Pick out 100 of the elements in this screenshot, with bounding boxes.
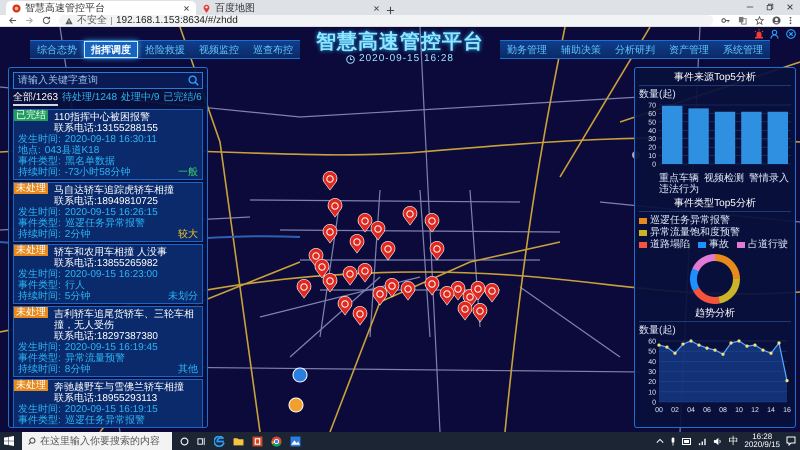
reload-icon[interactable] — [42, 16, 51, 25]
filter-tab[interactable]: 待处理/1248 — [62, 92, 118, 106]
filter-tab[interactable]: 全部/1263 — [13, 92, 58, 106]
event-title: 110指挥中心被困报警 — [54, 112, 150, 123]
field-value: 巡逻任务异常报警 — [64, 218, 145, 229]
folder-icon[interactable] — [233, 436, 244, 446]
menu-icon[interactable] — [789, 16, 792, 25]
contact-phone: 联系电话:13855265982 — [54, 258, 158, 269]
field-label: 事件类型: — [18, 280, 61, 291]
field-label: 发生时间: — [18, 269, 61, 280]
alarm-icon[interactable] — [754, 29, 764, 39]
windows-icon[interactable] — [4, 436, 14, 446]
nav-tab[interactable]: 系统管理 — [716, 41, 770, 58]
account-icon[interactable] — [772, 16, 781, 25]
browser-tab[interactable]: 百度地图 — [196, 1, 386, 15]
input-method-indicator[interactable]: 中 — [728, 434, 738, 448]
url-text: 192.168.1.153:8634/#/zhdd — [116, 16, 238, 26]
event-card[interactable]: 未处理 吉利轿车追尾货轿车、三轮车相撞，无人受伤 联系电话:18297387380 发生时间: 2020-09-15 16:19:45 事件类型: 异常流量预警 持续时间: 8分钟 其他 — [13, 306, 203, 377]
legend-label: 异常流量饱和度预警 — [650, 227, 740, 238]
field-label: 持续时间: — [18, 291, 61, 302]
field-label: 持续时间: — [18, 229, 61, 240]
status-badge: 未处理 — [14, 380, 48, 391]
nav-tab[interactable]: 综合态势 — [30, 41, 84, 58]
key-icon[interactable] — [721, 16, 730, 25]
chart-title: 事件来源Top5分析 — [639, 72, 791, 86]
microphone-icon[interactable] — [670, 436, 676, 446]
star-icon[interactable] — [755, 16, 764, 25]
nav-tab[interactable]: 巡查布控 — [246, 41, 300, 58]
field-label: 发生时间: — [18, 207, 61, 218]
close-icon[interactable] — [183, 4, 190, 12]
nav-tab[interactable]: 分析研判 — [608, 41, 662, 58]
severity-label: 一般 — [178, 167, 198, 178]
close-icon[interactable] — [786, 3, 794, 11]
event-card[interactable]: 未处理 奔驰越野车与雪佛兰轿车相撞 联系电话:18955293113 发生时间: 2020-09-15 16:19:15 事件类型: 巡逻任务异常报警 — [13, 379, 203, 428]
task-view-icon[interactable] — [197, 436, 206, 446]
axis-label: 视频检测 — [703, 173, 745, 186]
field-label: 事件类型: — [18, 156, 61, 167]
chevron-up-icon[interactable] — [656, 437, 664, 445]
plus-icon[interactable] — [386, 6, 395, 15]
field-value: 黑名单数据 — [64, 156, 115, 167]
nav-tab[interactable]: 勤务管理 — [500, 41, 554, 58]
filter-tab[interactable]: 处理中/9 — [121, 92, 160, 106]
nav-tab[interactable]: 辅助决策 — [554, 41, 608, 58]
battery-icon[interactable] — [682, 438, 692, 444]
close-icon[interactable] — [786, 29, 796, 39]
datetime: 2020-09-15 16:28 — [359, 53, 454, 65]
nav-tab[interactable]: 抢险救援 — [138, 41, 192, 58]
event-title: 轿车和农用车相撞 人没事 — [54, 247, 167, 258]
nav-tab[interactable]: 资产管理 — [662, 41, 716, 58]
contact-phone: 联系电话:13155288155 — [54, 123, 158, 134]
event-title: 奔驰越野车与雪佛兰轿车相撞 — [54, 382, 184, 393]
security-label: 不安全 — [77, 16, 107, 26]
browser-tab[interactable]: 智慧高速管控平台 — [6, 1, 196, 15]
status-badge: 未处理 — [14, 183, 48, 194]
filter-tab[interactable]: 已完结/6 — [163, 92, 202, 106]
status-badge: 未处理 — [14, 245, 48, 256]
restore-icon[interactable] — [766, 3, 774, 11]
notification-icon[interactable] — [786, 436, 796, 446]
axis-label: 警情录入 — [748, 173, 790, 186]
axis-label: 重点车辆违法行为 — [658, 173, 700, 195]
search-icon[interactable] — [188, 75, 199, 86]
picture-icon[interactable] — [290, 436, 301, 446]
field-label: 事件类型: — [18, 353, 61, 364]
field-label: 发生时间: — [18, 404, 61, 415]
field-value: 巡逻任务异常报警 — [64, 415, 145, 426]
network-icon[interactable] — [698, 436, 708, 446]
edge-icon[interactable] — [214, 436, 225, 446]
event-card[interactable]: 未处理 轿车和农用车相撞 人没事 联系电话:13855265982 发生时间: 2020-09-15 16:23:00 事件类型: 行人 持续时间: 5分钟 未划分 — [13, 244, 203, 304]
nav-tab[interactable]: 指挥调度 — [84, 41, 138, 58]
presentation-icon[interactable] — [252, 436, 263, 446]
nav-tab[interactable]: 视频监控 — [192, 41, 246, 58]
field-label: 事件类型: — [18, 415, 61, 426]
user-icon[interactable] — [770, 29, 780, 39]
taskbar-search[interactable]: 在这里输入你要搜索的内容 — [22, 432, 172, 450]
close-icon[interactable] — [373, 4, 380, 12]
address-bar[interactable]: 不安全 192.168.1.153:8634/#/zhdd — [59, 15, 713, 26]
clock-time: 16:28 — [752, 433, 772, 441]
app-title: 智慧高速管控平台 — [316, 31, 484, 53]
event-card[interactable]: 已完结 110指挥中心被困报警 联系电话:13155288155 发生时间: 2020-09-18 16:30:11 地点: 043县道K18 事件类型: 黑名单数据 持续时间: -73小时58分钟 一般 — [13, 109, 203, 180]
translate-icon[interactable] — [738, 16, 747, 25]
event-card[interactable]: 未处理 马自达轿车追踪虎轿车相撞 联系电话:18949810725 发生时间: 2020-09-15 16:26:15 事件类型: 巡逻任务异常报警 持续时间: 2分钟 较大 — [13, 182, 203, 242]
back-icon[interactable] — [8, 16, 17, 25]
clock-date: 2020/9/15 — [744, 441, 780, 449]
status-badge: 已完结 — [14, 110, 48, 121]
legend-label: 巡逻任务异常报警 — [650, 215, 730, 226]
legend-label: 道路塌陷 — [650, 239, 690, 250]
contact-phone: 联系电话:18955293113 — [54, 393, 158, 404]
clock-icon — [346, 54, 356, 64]
field-label: 事件类型: — [18, 218, 61, 229]
field-value: 行人 — [64, 280, 85, 291]
search-field[interactable]: 请输入关键字查询 — [13, 72, 203, 89]
field-value: 2020-09-15 16:19:45 — [64, 342, 158, 353]
chrome-icon[interactable] — [271, 436, 282, 446]
speaker-icon[interactable] — [713, 436, 722, 446]
legend-label: 占道行驶 — [748, 239, 788, 250]
axis-title: 数量(起) — [639, 325, 677, 336]
severity-label: 未划分 — [168, 291, 198, 302]
chart-title: 趋势分析 — [639, 308, 791, 322]
circle-icon[interactable] — [180, 436, 189, 446]
field-label: 持续时间: — [18, 364, 61, 375]
